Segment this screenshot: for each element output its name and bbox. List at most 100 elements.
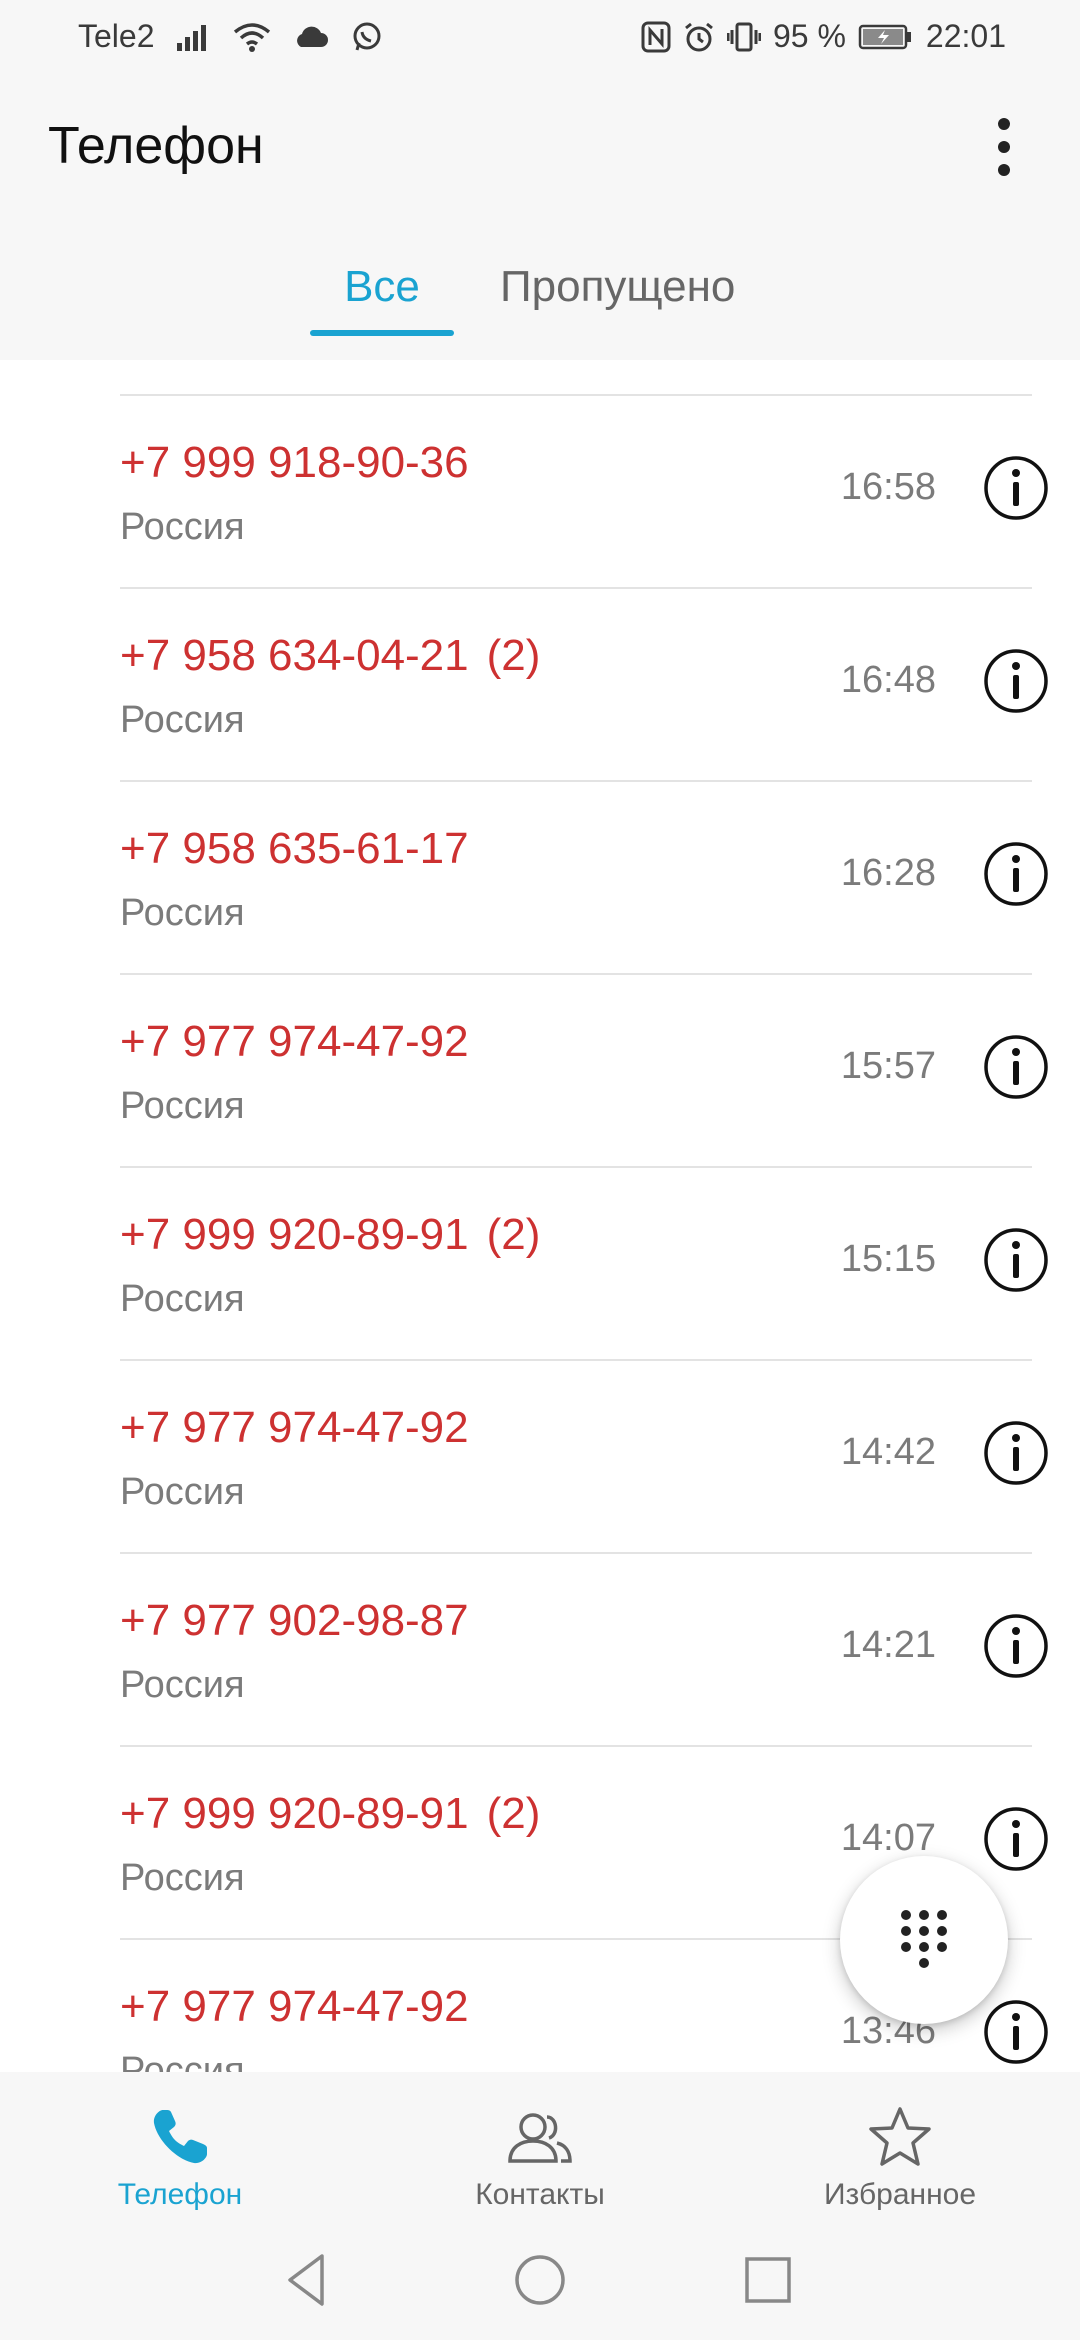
dialpad-button[interactable] bbox=[840, 1856, 1008, 2024]
bottom-navigation: Телефон Контакты Избранное bbox=[0, 2072, 1080, 2222]
call-region: Россия bbox=[120, 506, 245, 548]
dialpad-icon bbox=[901, 1910, 947, 1968]
call-number: +7 999 920-89-91 (2) bbox=[120, 1210, 540, 1260]
call-time: 15:57 bbox=[840, 1045, 936, 1087]
call-time: 14:21 bbox=[840, 1624, 936, 1666]
info-icon bbox=[984, 1807, 1048, 1871]
whatsapp-icon bbox=[351, 21, 383, 53]
system-back-button[interactable] bbox=[276, 2248, 340, 2312]
system-home-button[interactable] bbox=[508, 2248, 572, 2312]
active-tab-indicator bbox=[310, 330, 454, 336]
status-bar: Tele2 95 % 22:01 bbox=[0, 0, 1080, 72]
call-number: +7 999 918-90-36 bbox=[120, 438, 469, 488]
info-icon bbox=[984, 1228, 1048, 1292]
call-log-item[interactable]: +7 958 635-61-17 Россия 16:28 bbox=[0, 782, 1080, 975]
call-time: 14:42 bbox=[840, 1431, 936, 1473]
more-options-button[interactable] bbox=[968, 102, 1040, 192]
call-time: 16:48 bbox=[840, 659, 936, 701]
nav-tab-contacts[interactable]: Контакты bbox=[440, 2072, 640, 2222]
info-icon bbox=[984, 2000, 1048, 2064]
call-region: Россия bbox=[120, 699, 245, 741]
alarm-icon bbox=[683, 21, 715, 53]
call-number-text: +7 977 974-47-92 bbox=[120, 1982, 469, 2031]
call-region: Россия bbox=[120, 2050, 245, 2072]
wifi-icon bbox=[233, 22, 271, 52]
call-number-text: +7 958 635-61-17 bbox=[120, 824, 469, 873]
call-info-button[interactable] bbox=[982, 1033, 1050, 1101]
call-number-text: +7 958 634-04-21 bbox=[120, 631, 469, 680]
carrier-name: Tele2 bbox=[78, 18, 155, 54]
call-info-button[interactable] bbox=[982, 1226, 1050, 1294]
call-region: Россия bbox=[120, 1857, 245, 1899]
call-count: (2) bbox=[486, 631, 541, 680]
nav-tab-favorites[interactable]: Избранное bbox=[800, 2072, 1000, 2222]
call-info-button[interactable] bbox=[982, 1612, 1050, 1680]
call-region: Россия bbox=[120, 1664, 245, 1706]
nav-label-phone: Телефон bbox=[117, 2178, 243, 2211]
call-region: Россия bbox=[120, 1278, 245, 1320]
tab-all[interactable]: Все bbox=[310, 262, 454, 312]
call-time: 14:07 bbox=[840, 1817, 936, 1859]
call-info-button[interactable] bbox=[982, 1998, 1050, 2066]
call-number-text: +7 977 974-47-92 bbox=[120, 1017, 469, 1066]
call-number-text: +7 999 918-90-36 bbox=[120, 438, 469, 487]
nav-label-favorites: Избранное bbox=[823, 2178, 977, 2211]
call-log-item[interactable]: +7 977 974-47-92 Россия 14:42 bbox=[0, 1361, 1080, 1554]
page-title: Телефон bbox=[48, 117, 264, 175]
tab-missed[interactable]: Пропущено bbox=[500, 262, 735, 312]
system-navigation-bar bbox=[0, 2222, 1080, 2340]
nfc-icon bbox=[641, 21, 671, 53]
signal-icon bbox=[176, 23, 211, 51]
call-log-item[interactable]: +7 977 974-47-92 Россия 15:57 bbox=[0, 975, 1080, 1168]
call-info-button[interactable] bbox=[982, 840, 1050, 908]
call-number: +7 977 902-98-87 bbox=[120, 1596, 469, 1646]
call-time: 16:28 bbox=[840, 852, 936, 894]
call-info-button[interactable] bbox=[982, 1805, 1050, 1873]
call-region: Россия bbox=[120, 1085, 245, 1127]
phone-icon bbox=[149, 2102, 211, 2172]
call-number: +7 977 974-47-92 bbox=[120, 1403, 469, 1453]
vibrate-icon bbox=[726, 21, 761, 53]
app-bar: Телефон bbox=[0, 72, 1080, 212]
info-icon bbox=[984, 1614, 1048, 1678]
call-number: +7 977 974-47-92 bbox=[120, 1982, 469, 2032]
call-number: +7 958 634-04-21 (2) bbox=[120, 631, 540, 681]
contacts-icon bbox=[507, 2102, 573, 2172]
info-icon bbox=[984, 1035, 1048, 1099]
call-time: 16:58 bbox=[840, 466, 936, 508]
call-log-item[interactable]: +7 999 920-89-91 (2) Россия 15:15 bbox=[0, 1168, 1080, 1361]
cloud-icon bbox=[293, 25, 329, 49]
back-triangle-icon bbox=[288, 2254, 324, 2306]
more-vertical-icon bbox=[998, 118, 1010, 176]
info-icon bbox=[984, 1421, 1048, 1485]
call-number: +7 999 920-89-91 (2) bbox=[120, 1789, 540, 1839]
call-info-button[interactable] bbox=[982, 1419, 1050, 1487]
call-log-list[interactable]: +7 999 918-90-36 Россия 16:58 +7 958 634-04… bbox=[0, 360, 1080, 2072]
call-region: Россия bbox=[120, 892, 245, 934]
call-region: Россия bbox=[120, 1471, 245, 1513]
home-circle-icon bbox=[515, 2255, 565, 2305]
battery-charging-icon bbox=[858, 23, 914, 51]
call-number: +7 958 635-61-17 bbox=[120, 824, 469, 874]
status-time: 22:01 bbox=[925, 18, 1006, 54]
call-log-item[interactable]: +7 999 918-90-36 Россия 16:58 bbox=[0, 396, 1080, 589]
call-number-text: +7 999 920-89-91 bbox=[120, 1789, 469, 1838]
call-number: +7 977 974-47-92 bbox=[120, 1017, 469, 1067]
call-count: (2) bbox=[486, 1210, 541, 1259]
call-time: 15:15 bbox=[840, 1238, 936, 1280]
nav-tab-phone[interactable]: Телефон bbox=[100, 2072, 260, 2222]
call-info-button[interactable] bbox=[982, 647, 1050, 715]
call-info-button[interactable] bbox=[982, 454, 1050, 522]
system-recents-button[interactable] bbox=[736, 2248, 800, 2312]
info-icon bbox=[984, 456, 1048, 520]
call-number-text: +7 999 920-89-91 bbox=[120, 1210, 469, 1259]
call-log-item[interactable]: +7 977 902-98-87 Россия 14:21 bbox=[0, 1554, 1080, 1747]
call-log-item[interactable]: +7 958 634-04-21 (2) Россия 16:48 bbox=[0, 589, 1080, 782]
call-number-text: +7 977 974-47-92 bbox=[120, 1403, 469, 1452]
info-icon bbox=[984, 649, 1048, 713]
recents-square-icon bbox=[745, 2257, 791, 2303]
call-number-text: +7 977 902-98-87 bbox=[120, 1596, 469, 1645]
info-icon bbox=[984, 842, 1048, 906]
star-icon bbox=[868, 2102, 932, 2172]
call-filter-tabs: Все Пропущено bbox=[0, 212, 1080, 360]
